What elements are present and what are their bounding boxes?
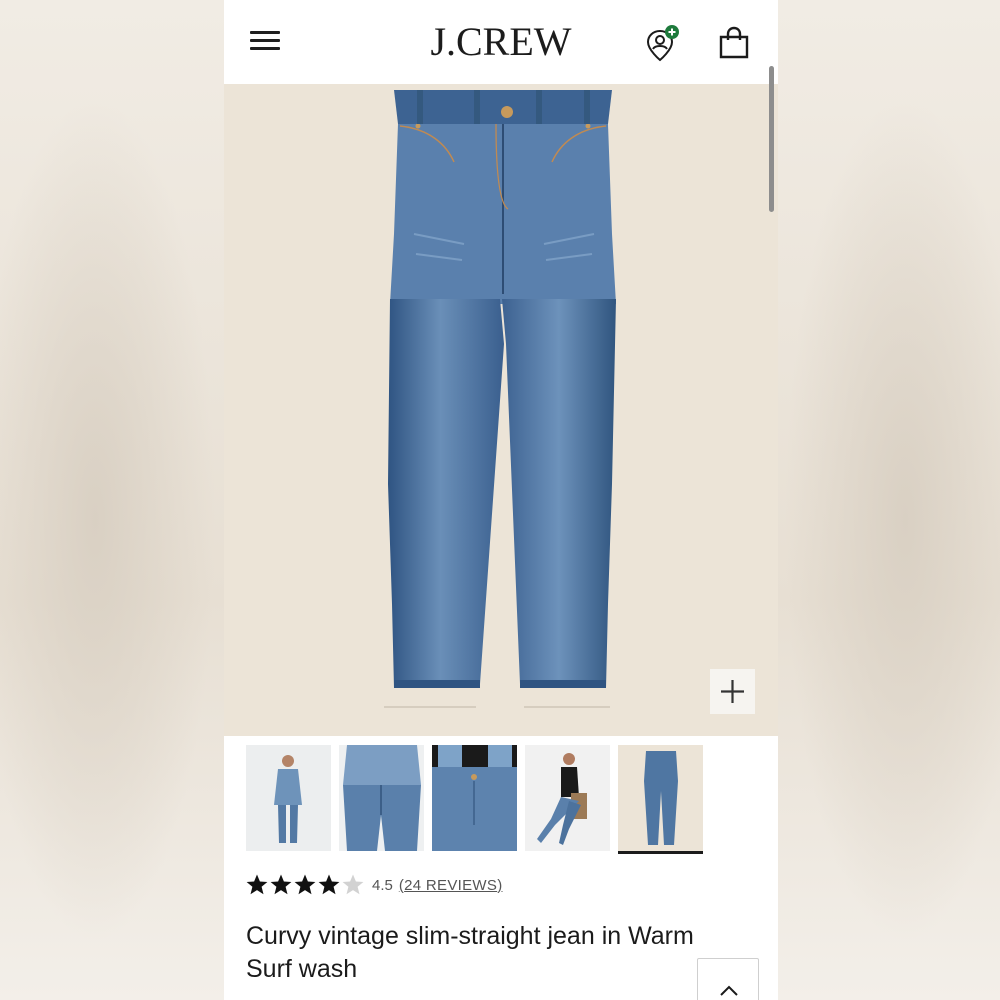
thumbnail-flat-lay-jean[interactable] (618, 745, 703, 854)
shopping-bag-icon[interactable] (718, 26, 750, 60)
page-scrollbar[interactable] (769, 66, 774, 212)
thumbnail-selected-indicator (618, 851, 703, 854)
thumbnail-model-back-denim-jacket[interactable] (339, 745, 424, 851)
image-shadow-left (384, 706, 476, 708)
zoom-button[interactable] (710, 669, 755, 714)
site-header: J.CREW (224, 0, 778, 84)
image-shadow-right (524, 706, 610, 708)
thumbnail-image (339, 745, 424, 851)
reviews-count: 24 REVIEWS (404, 876, 498, 894)
thumbnail-image (525, 745, 610, 851)
jean-flat-lay-image (388, 90, 616, 688)
rating-stars (246, 873, 364, 897)
brand-logo[interactable]: J.CREW (224, 18, 778, 65)
reviews-link[interactable]: (24 REVIEWS) (399, 877, 503, 894)
product-title: Curvy vintage slim-straight jean in Warm… (246, 922, 694, 983)
thumbnail-image (246, 745, 331, 851)
account-pin-icon[interactable] (644, 24, 684, 64)
phone-screen: J.CREW 4.5 (24 REVIEWS) Curvy vintage sl… (224, 0, 778, 1000)
thumbnail-waist-closeup[interactable] (432, 745, 517, 851)
back-to-top-button[interactable] (697, 958, 759, 1000)
main-product-image[interactable] (224, 84, 778, 736)
thumbnail-model-seated-black-top[interactable] (525, 745, 610, 851)
plus-icon (721, 680, 744, 703)
star-rating-icon (246, 874, 364, 895)
thumbnail-image (432, 745, 517, 851)
rating-value: 4.5 (372, 876, 393, 894)
thumbnail-image (618, 745, 703, 851)
reviews-paren-close: ) (497, 876, 503, 894)
chevron-up-icon (720, 985, 738, 996)
product-rating: 4.5 (24 REVIEWS) (246, 870, 502, 900)
thumbnail-model-front-denim-jacket[interactable] (246, 745, 331, 851)
